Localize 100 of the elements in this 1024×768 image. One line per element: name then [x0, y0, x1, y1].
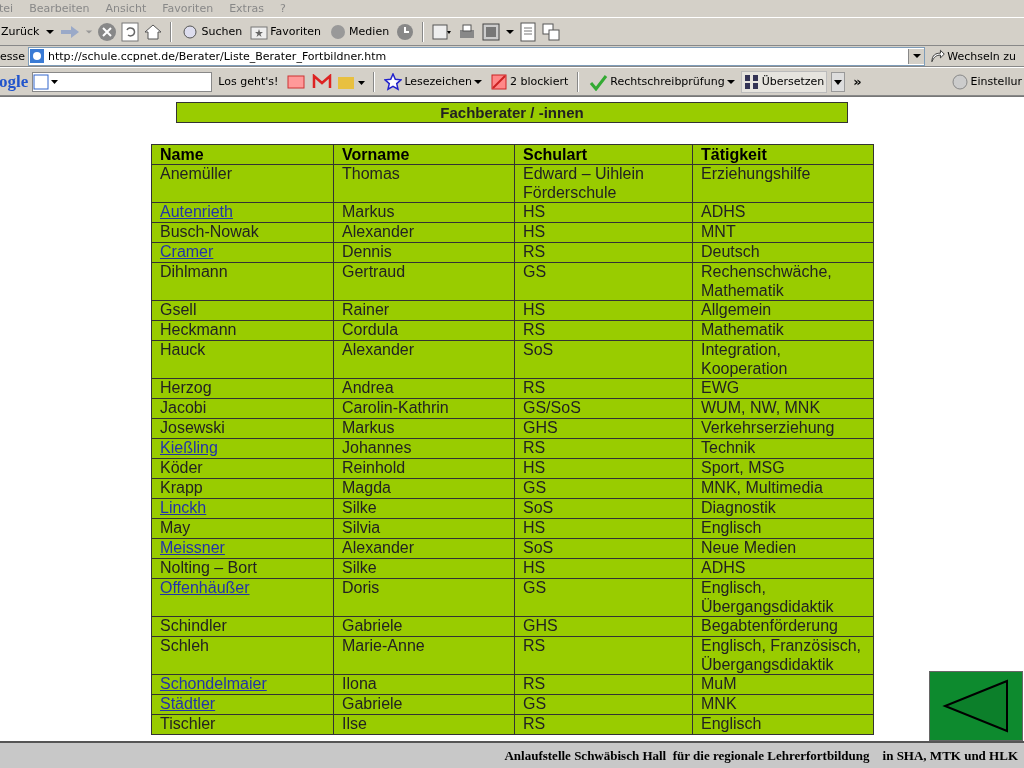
column-header: Schulart [514, 144, 693, 165]
table-cell: GS [523, 579, 547, 596]
check-icon [588, 72, 609, 91]
history-icon[interactable] [395, 21, 416, 42]
table-cell: HS [523, 559, 546, 576]
table-cell: Integration, Kooperation [701, 341, 788, 377]
table-cell: Ilse [342, 715, 367, 732]
search-field[interactable] [32, 71, 213, 92]
table-cell: Englisch [701, 519, 762, 536]
table-cell: GS [523, 479, 547, 496]
table-cell: Silvia [342, 519, 381, 536]
disc-icon [329, 22, 348, 41]
bookmarks-button[interactable]: Lesezeichen [382, 71, 484, 92]
column-header: Tätigkeit [692, 144, 874, 165]
table-cell: Alexander [342, 539, 415, 556]
table-cell: HS [523, 519, 546, 536]
table-cell: Verkehrserziehung [701, 419, 835, 436]
table-cell: Johannes [342, 439, 412, 456]
refresh-icon[interactable] [121, 21, 140, 42]
table-cell: HS [523, 203, 546, 220]
table-cell: Herzog [160, 379, 212, 396]
table-cell: Josewski [160, 419, 225, 436]
table-cell: HS [523, 223, 546, 240]
search-button[interactable]: Los geht's! [216, 74, 281, 89]
table-cell: Gertraud [342, 263, 406, 280]
back-button[interactable]: Zurück [0, 24, 42, 39]
windows-icon[interactable] [541, 21, 562, 42]
footer-text: Anlaufstelle Schwäbisch Hall für die regionale Lehrerfortbildung in SHA, MTK und HLK [504, 747, 1018, 764]
caret-icon[interactable] [505, 27, 516, 36]
table-cell: RS [523, 637, 546, 654]
settings-button[interactable]: Einstellur [948, 71, 1024, 92]
table-cell: May [160, 519, 191, 536]
table-cell: Ilona [342, 675, 377, 692]
table-cell: HS [523, 301, 546, 318]
translate-icon [743, 72, 760, 91]
back-arrow-button[interactable] [929, 671, 1023, 741]
table-cell: Diagnostik [701, 499, 776, 516]
table-cell: ADHS [701, 203, 746, 220]
triangle-icon [941, 678, 1011, 734]
table-cell: GHS [523, 419, 558, 436]
dropdown-icon[interactable] [831, 71, 846, 92]
table-cell: RS [523, 715, 546, 732]
search-button[interactable]: Suchen [179, 21, 245, 42]
address-label: esse [0, 49, 25, 63]
g-dropdown-icon[interactable] [33, 73, 60, 90]
table-cell: Tischler [160, 715, 216, 732]
table-cell: Busch-Nowak [160, 223, 259, 240]
blocked-icon [489, 72, 508, 91]
table-cell: Englisch, Französisch, Übergangsdidaktik [701, 637, 862, 673]
go-button[interactable]: Wechseln zu [928, 48, 1024, 64]
table-cell: Alexander [342, 341, 415, 358]
table-cell: Erziehungshilfe [701, 165, 811, 182]
table-cell: Mathematik [701, 321, 784, 338]
caret-icon [912, 53, 921, 59]
table-cell: Allgemein [701, 301, 772, 318]
translate-button[interactable]: Übersetzen [740, 70, 828, 93]
table-cell: Reinhold [342, 459, 406, 476]
table-cell: Dihlmann [160, 263, 228, 280]
address-field[interactable]: http://schule.ccpnet.de/Berater/Liste_Berater_Fortbildner.htm [28, 46, 925, 66]
favorites-button[interactable]: Favoriten [248, 22, 324, 41]
media-button[interactable]: Medien [327, 21, 392, 42]
table-cell: Köder [160, 459, 203, 476]
table-cell: Gabriele [342, 617, 403, 634]
more-button[interactable]: » [849, 74, 866, 89]
table-cell: Markus [342, 203, 395, 220]
table-cell: MuM [701, 675, 737, 692]
spellcheck-button[interactable]: Rechtschreibprüfung [586, 71, 737, 92]
star-icon [384, 72, 403, 91]
caret-icon [473, 78, 482, 85]
table-cell: Hauck [160, 341, 206, 358]
table-cell: Begabtenförderung [701, 617, 838, 634]
dropdown-button[interactable] [908, 48, 924, 64]
table-cell: Gabriele [342, 695, 403, 712]
table-cell: Andrea [342, 379, 394, 396]
table-cell: Deutsch [701, 243, 760, 260]
table-cell: RS [523, 439, 546, 456]
table-cell: Markus [342, 419, 395, 436]
table-cell: Edward – Uihlein Förderschule [523, 165, 644, 201]
star-folder-icon [250, 23, 269, 40]
table-cell: RS [523, 379, 546, 396]
table-cell: GS/SoS [523, 399, 581, 416]
table-cell: Rainer [342, 301, 390, 318]
table-cell: GHS [523, 617, 558, 634]
table-cell: RS [523, 321, 546, 338]
stop-icon[interactable] [97, 21, 118, 42]
google-logo: ogle [0, 71, 29, 92]
table-cell: SoS [523, 539, 554, 556]
circle-icon [950, 72, 969, 91]
table-cell: Alexander [342, 223, 415, 240]
table-cell: HS [523, 459, 546, 476]
table-cell: Rechenschwäche, Mathematik [701, 263, 832, 299]
table-cell: Cordula [342, 321, 399, 338]
caret-icon[interactable] [45, 27, 56, 36]
table-cell: GS [523, 695, 547, 712]
table-cell: Anemüller [160, 165, 233, 182]
table-cell: Englisch, Übergangsdidaktik [701, 579, 834, 615]
table-cell: Silke [342, 559, 377, 576]
popup-blocker-button[interactable]: 2 blockiert [487, 71, 571, 92]
table-cell: Englisch [701, 715, 762, 732]
table-cell: Gsell [160, 301, 197, 318]
